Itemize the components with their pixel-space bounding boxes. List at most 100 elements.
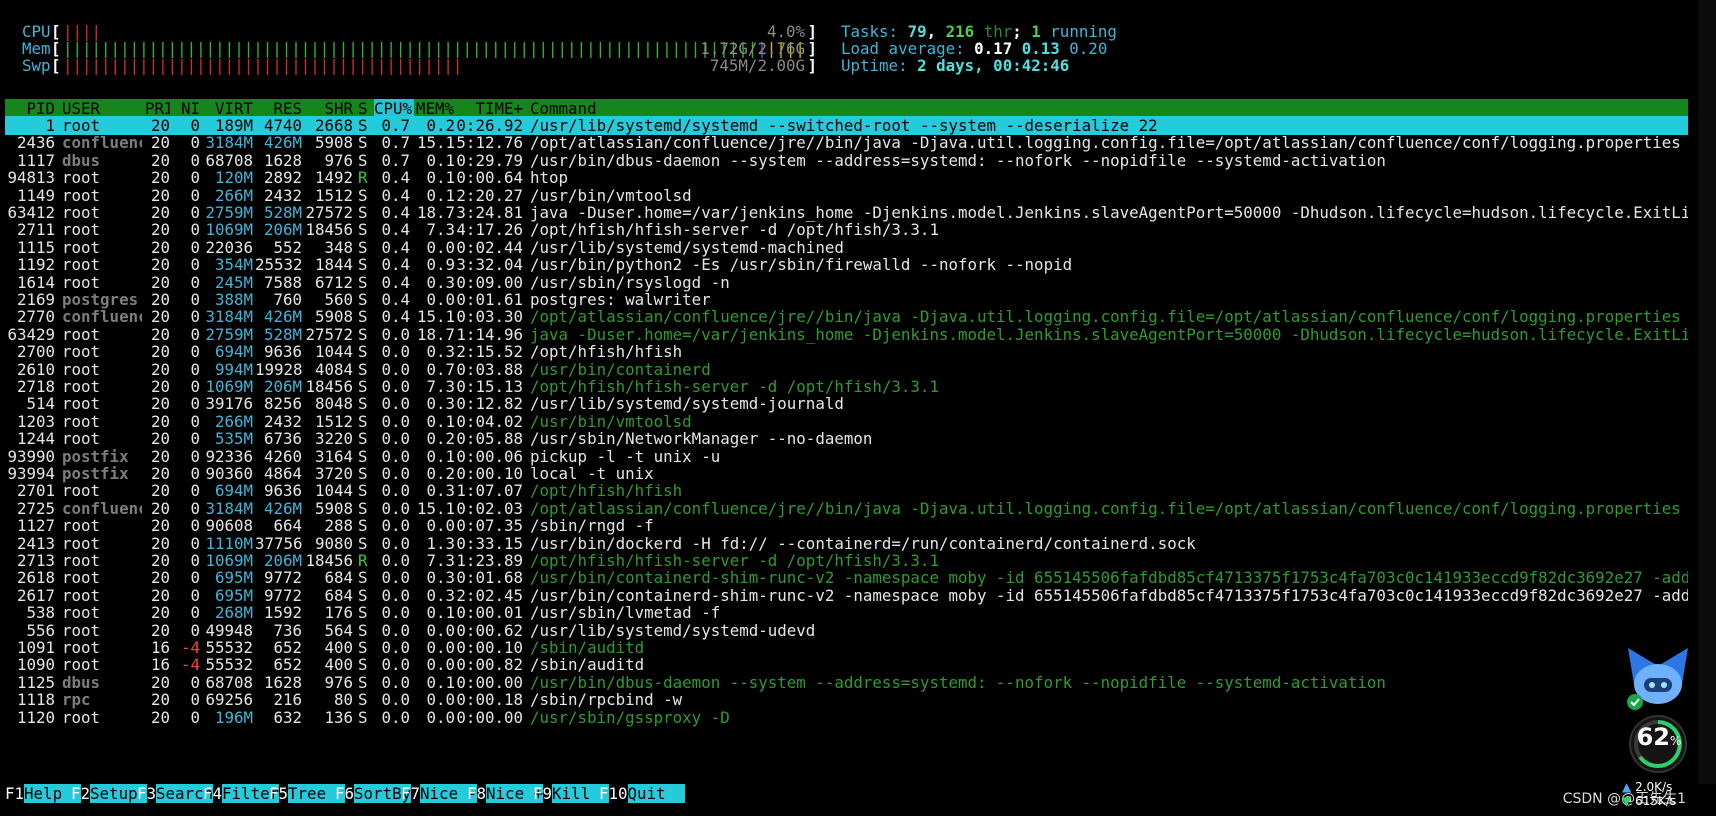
process-row[interactable]: 1149 root 20 0 266M 2432 1512 S 0.4 0.1 2:20.27/us… xyxy=(5,186,1688,205)
cell-ni: 0 xyxy=(190,220,200,240)
process-row[interactable]: 556 root 20 0 49948 736 564 S 0.0 0.0 0:00.62/usr/… xyxy=(5,621,1688,640)
process-row[interactable]: 93994 postfix 20 0 90360 4864 3720 S 0.0 0.2 0:00.… xyxy=(5,464,1688,483)
cell-cpu: 0.4 xyxy=(381,203,410,222)
process-row[interactable]: 2725 confluenc 20 0 3184M 426M 5908 S 0.0 15.1 0:0… xyxy=(5,499,1688,518)
process-row[interactable]: 94813 root 20 0 120M 2892 1492 R 0.4 0.1 0:00.64 ht… xyxy=(5,168,1688,187)
process-row[interactable]: 1091 root 16 -4 55532 652 400 S 0.0 0.0 0:00.10/sb… xyxy=(5,638,1688,657)
process-row[interactable]: 2169 postgres 20 0 388M 760 560 S 0.4 0.0 0:01.61 p… xyxy=(5,290,1688,309)
cell-user: root xyxy=(62,237,101,257)
process-row[interactable]: 2770 confluenc 20 0 3184M 426M 5908 S 0.4 15.1 0:0… xyxy=(5,307,1688,326)
cell-res: 4740 xyxy=(263,116,302,135)
cell-time: 0:26.92 xyxy=(456,116,523,135)
fkey-tree-button[interactable]: F5Tree xyxy=(269,784,346,803)
cell-time: 0:02.03 xyxy=(456,498,523,518)
cell-command: /sbin/rngd -f xyxy=(530,516,654,536)
cell-ni: 0 xyxy=(190,481,200,501)
cell-res: 8256 xyxy=(263,394,302,414)
process-row[interactable]: 1244 root 20 0 535M 6736 3220 S 0.0 0.2 0:05.88/us… xyxy=(5,429,1688,448)
process-row[interactable]: 63429 root 20 0 2759M 528M 27572 S 0.0 18.7 1:14.9… xyxy=(5,325,1688,344)
cell-cpu: 0.0 xyxy=(381,655,410,675)
cell-ni: 0 xyxy=(190,690,200,710)
cell-cpu: 0.4 xyxy=(381,290,410,309)
cell-mem: 7.3 xyxy=(426,551,455,570)
process-row[interactable]: 2718 root 20 0 1069M 206M 18456 S 0.0 7.3 0:15.13/… xyxy=(5,377,1688,396)
fkey-help-button[interactable]: F1Help xyxy=(5,784,82,803)
fkey-nice-button[interactable]: F8Nice + xyxy=(467,784,544,803)
process-row[interactable]: 63412 root 20 0 2759M 528M 27572 S 0.4 18.7 3:24.8… xyxy=(5,203,1688,222)
process-row[interactable]: 2436 confluenc 20 0 3184M 426M 5908 S 0.7 15.1 5:1… xyxy=(5,133,1688,152)
process-row[interactable]: 1 root 20 0 189M 4740 2668 S 0.7 0.2 0:26.92/usr/l… xyxy=(5,116,1688,135)
process-row[interactable]: 2617 root 20 0 695M 9772 684 S 0.0 0.3 2:02.45/usr… xyxy=(5,586,1688,605)
cell-time: 0:00.18 xyxy=(456,690,523,710)
process-row[interactable]: 1117 dbus 20 0 68708 1628 976 S 0.7 0.1 0:29.79/us… xyxy=(5,151,1688,170)
process-row[interactable]: 1118 rpc 20 0 69256 216 80 S 0.0 0.0 0:00.18/sbin/… xyxy=(5,690,1688,709)
cell-ni: 0 xyxy=(190,446,200,466)
cell-pri: 20 xyxy=(150,133,170,153)
process-row[interactable]: 2618 root 20 0 695M 9772 684 S 0.0 0.3 0:01.68/usr… xyxy=(5,568,1688,587)
cell-command: /usr/bin/dbus-daemon --system --address=… xyxy=(530,672,1386,692)
cell-virt: 1069M xyxy=(205,551,253,570)
swp-meter-bar: ||||||||||||||||||||||||||||||||||||||||… xyxy=(63,56,463,75)
process-row[interactable]: 1614 root 20 0 245M 7588 6712 S 0.4 0.3 0:09.00/us… xyxy=(5,273,1688,292)
cell-virt: 90608 xyxy=(205,516,253,536)
fkey-sortby-button[interactable]: F6SortBy xyxy=(335,784,412,803)
cell-time: 0:00.06 xyxy=(456,446,523,466)
cell-pid: 1125 xyxy=(16,672,55,692)
cell-user: root xyxy=(62,516,101,536)
cell-pid: 2701 xyxy=(16,481,55,501)
process-row[interactable]: 2713 root 20 0 1069M 206M 18456 R 0.0 7.3 1:23.89/… xyxy=(5,551,1688,570)
process-row[interactable]: 1090 root 16 -4 55532 652 400 S 0.0 0.0 0:00.82/sb… xyxy=(5,655,1688,674)
fkey-nice-button[interactable]: F7Nice - xyxy=(401,784,478,803)
cell-pid: 1091 xyxy=(16,638,55,657)
process-row[interactable]: 514 root 20 0 39176 8256 8048 S 0.0 0.3 0:12.82/us… xyxy=(5,394,1688,413)
cell-pri: 20 xyxy=(150,620,170,640)
cell-res: 426M xyxy=(263,498,302,518)
cell-virt: 55532 xyxy=(205,655,253,675)
function-key-bar: F1Help F2Setup F3Search F4Filter F5Tree F6… xyxy=(0,784,1716,803)
process-row[interactable]: 1127 root 20 0 90608 664 288 S 0.0 0.0 0:07.35/sbi… xyxy=(5,516,1688,535)
cell-pid: 1115 xyxy=(16,237,55,257)
cell-shr: 1044 xyxy=(314,342,353,362)
cell-ni: 0 xyxy=(190,255,200,275)
cell-time: 2:15.52 xyxy=(456,342,523,362)
process-row[interactable]: 1125 dbus 20 0 68708 1628 976 S 0.0 0.1 0:00.00/us… xyxy=(5,673,1688,692)
cell-ni: 0 xyxy=(190,464,200,483)
cell-mem: 7.3 xyxy=(426,220,455,240)
fkey-filter-button[interactable]: F4Filter xyxy=(203,784,280,803)
cell-pid: 1127 xyxy=(16,516,55,536)
fkey-quit-button[interactable]: F10Quit xyxy=(599,784,685,803)
process-row[interactable]: 93990 postfix 20 0 92336 4260 3164 S 0.0 0.1 0:00.… xyxy=(5,447,1688,466)
scrollbar[interactable] xyxy=(1698,0,1716,784)
cell-time: 0:02.44 xyxy=(456,237,523,257)
cell-ni: 0 xyxy=(190,342,200,362)
process-row[interactable]: 2701 root 20 0 694M 9636 1044 S 0.0 0.3 1:07.07/op… xyxy=(5,481,1688,500)
cell-mem: 0.0 xyxy=(426,516,455,536)
cell-res: 2432 xyxy=(263,411,302,431)
process-row[interactable]: 1192 root 20 0 354M 25532 1844 S 0.4 0.9 3:32.04/u… xyxy=(5,255,1688,274)
cell-ni: 0 xyxy=(190,324,200,344)
cell-res: 9636 xyxy=(263,342,302,362)
cell-user: confluenc xyxy=(62,307,142,327)
cell-virt: 695M xyxy=(214,568,253,588)
cell-pid: 94813 xyxy=(7,168,55,188)
process-row[interactable]: 2610 root 20 0 994M 19928 4084 S 0.0 0.7 0:03.88/u… xyxy=(5,360,1688,379)
cell-ni: 0 xyxy=(190,168,200,188)
process-row[interactable]: 1203 root 20 0 266M 2432 1512 S 0.0 0.1 0:04.02/us… xyxy=(5,412,1688,431)
cell-res: 426M xyxy=(263,307,302,327)
fkey-kill-button[interactable]: F9Kill xyxy=(533,784,610,803)
process-row[interactable]: 2413 root 20 0 1110M 37756 9080 S 0.0 1.3 0:33.15/… xyxy=(5,534,1688,553)
process-row[interactable]: 1115 root 20 0 22036 552 348 S 0.4 0.0 0:02.44/usr… xyxy=(5,238,1688,257)
cell-user: postgres xyxy=(62,290,139,309)
cell-mem: 0.1 xyxy=(426,411,455,431)
cell-command: /usr/lib/systemd/systemd --switched-root… xyxy=(530,116,1158,135)
cell-virt: 49948 xyxy=(205,620,253,640)
cell-cpu: 0.0 xyxy=(381,377,410,396)
process-row[interactable]: 2711 root 20 0 1069M 206M 18456 S 0.4 7.3 4:17.26/… xyxy=(5,220,1688,239)
process-row[interactable]: 2700 root 20 0 694M 9636 1044 S 0.0 0.3 2:15.52/op… xyxy=(5,342,1688,361)
cell-mem: 0.0 xyxy=(426,237,455,257)
process-row[interactable]: 1120 root 20 0 196M 632 136 S 0.0 0.0 0:00.00/usr/… xyxy=(5,708,1688,727)
cell-res: 9772 xyxy=(263,585,302,605)
fkey-search-button[interactable]: F3Search xyxy=(137,784,214,803)
process-row[interactable]: 538 root 20 0 268M 1592 176 S 0.0 0.1 0:00.01/usr/… xyxy=(5,603,1688,622)
fkey-setup-button[interactable]: F2Setup xyxy=(71,784,148,803)
